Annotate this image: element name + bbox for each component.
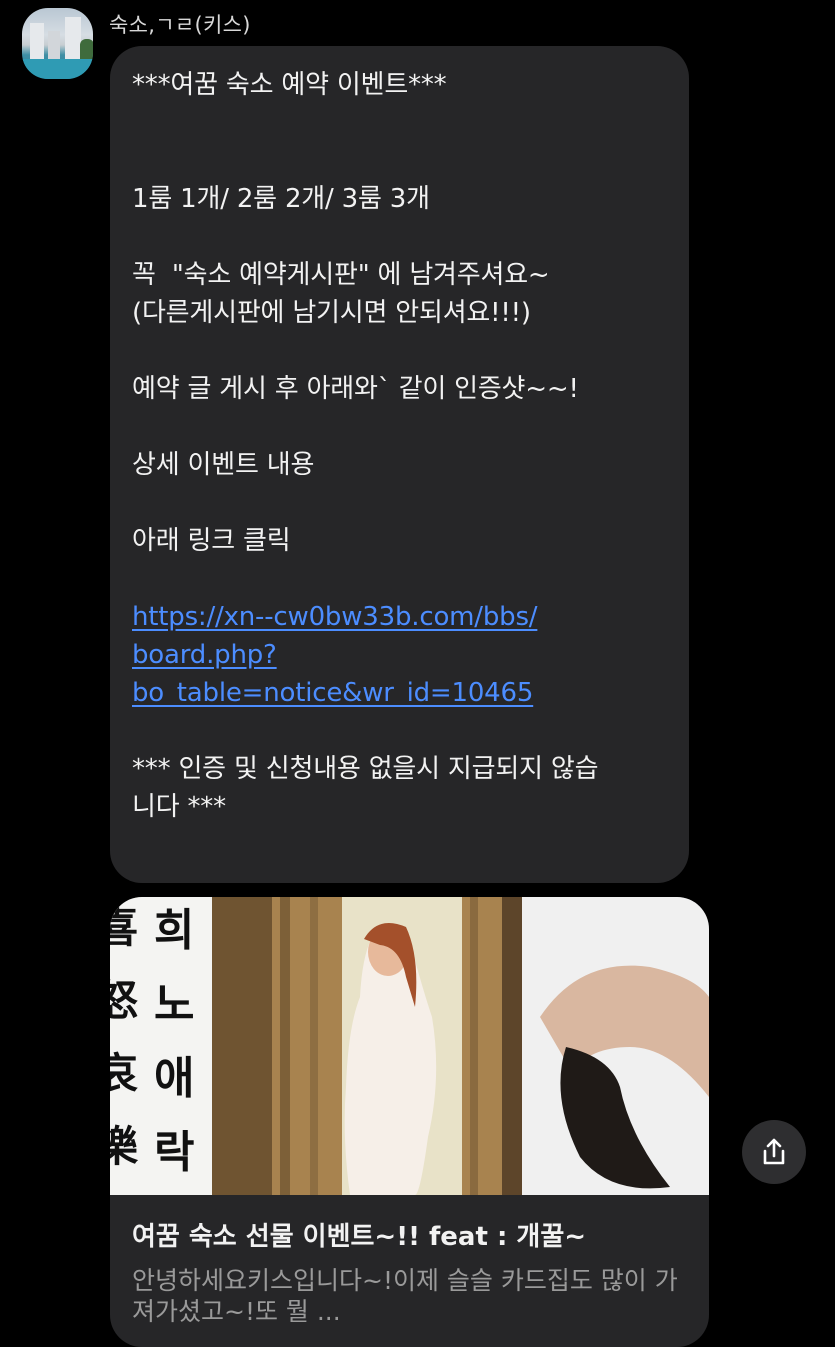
link-preview-card[interactable]: 喜 怒 哀 樂 희 노 애 락 여꿈 숙소 선물 이벤트~!! feat : 개… [110,897,709,1347]
message-instruction: 꼭 "숙소 예약게시판" 에 남겨주셔요~ [132,260,550,290]
sender-name: 숙소,ㄱㄹ(키스) [109,13,251,37]
message-notice: 니다 *** [132,792,226,822]
event-link[interactable]: board.php? [132,636,669,674]
link-preview-image: 喜 怒 哀 樂 희 노 애 락 [110,897,709,1195]
link-preview-title: 여꿈 숙소 선물 이벤트~!! feat : 개꿀~ [132,1222,587,1252]
share-button[interactable] [742,1120,806,1184]
link-preview-description: 안녕하세요키스입니다~!이제 슬슬 카드집도 많이 가져가셨고~!또 뭘 ... [132,1266,678,1326]
event-link[interactable]: https://xn--cw0bw33b.com/bbs/ [132,598,669,636]
message-notice: *** 인증 및 신청내용 없을시 지급되지 않습 [132,754,599,784]
event-link[interactable]: bo_table=notice&wr_id=10465 [132,674,669,712]
sender-avatar[interactable] [22,8,93,79]
message-bubble[interactable]: ***여꿈 숙소 예약 이벤트*** 1룸 1개/ 2룸 2개/ 3룸 3개 꼭… [110,46,689,883]
message-title: ***여꿈 숙소 예약 이벤트*** [132,70,447,100]
message-click-hint: 아래 링크 클릭 [132,526,291,556]
message-details: 상세 이벤트 내용 [132,450,315,480]
message-instruction: 예약 글 게시 후 아래와` 같이 인증샷~~! [132,374,579,404]
message-instruction: (다른게시판에 남기시면 안되셔요!!!) [132,298,531,328]
share-icon [763,1138,785,1165]
message-rooms: 1룸 1개/ 2룸 2개/ 3룸 3개 [132,184,430,214]
